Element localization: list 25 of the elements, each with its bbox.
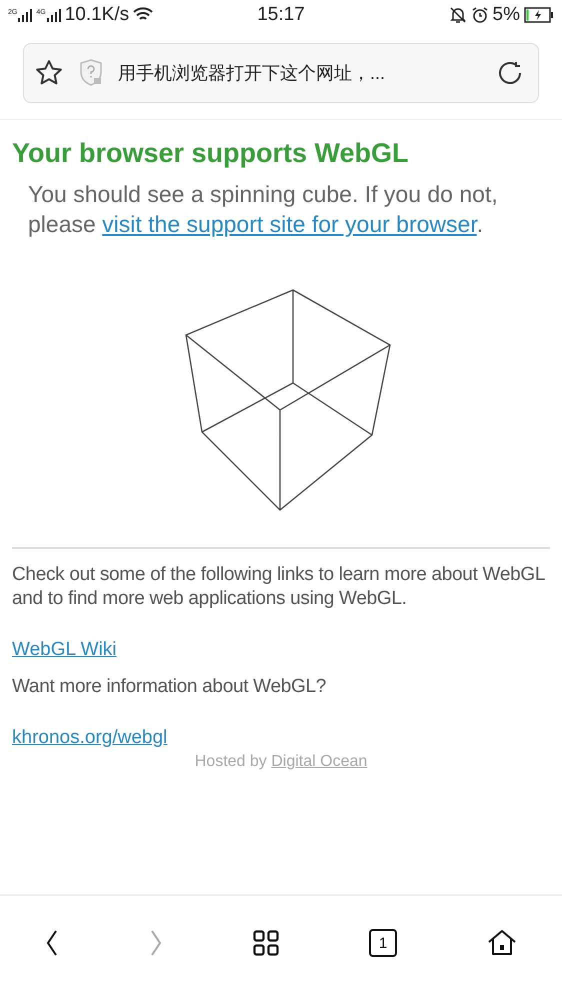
page-heading: Your browser supports WebGL (12, 138, 410, 169)
battery-charging-icon (524, 7, 554, 23)
host-link[interactable]: Digital Ocean (271, 753, 368, 770)
info-text: Want more information about WebGL? (12, 675, 328, 699)
refresh-icon[interactable] (496, 59, 524, 87)
network-speed: 10.1K/s (64, 4, 130, 26)
battery-percent: 5% (492, 4, 520, 26)
clock: 15:17 (257, 4, 305, 26)
address-bar[interactable]: 用手机浏览器打开下这个网址，... (23, 43, 539, 103)
grid-icon (253, 930, 279, 956)
support-link[interactable]: visit the support site for your browser (102, 211, 477, 237)
link[interactable]: WebGL Wiki (12, 639, 117, 661)
info-paragraph: Check out some of the following links to learn more about WebGL and to find more web applications using WebGL. (12, 563, 546, 611)
alarm-icon (470, 6, 489, 24)
chevron-left-icon (45, 929, 59, 957)
page-title: 用手机浏览器打开下这个网址，... (118, 62, 386, 85)
intro-paragraph: You should see a spinning cube. If you do not, please visit the support site for your browser. (28, 180, 499, 239)
chevron-right-icon (149, 929, 163, 957)
link[interactable]: khronos.org/webgl (12, 727, 168, 749)
shield-icon (78, 58, 104, 88)
signal-icon (46, 8, 61, 22)
hosted-by-text: Hosted by Digital Ocean (194, 753, 368, 771)
home-icon (487, 929, 517, 957)
bell-muted-icon (448, 6, 467, 24)
signal-icon (18, 8, 32, 22)
